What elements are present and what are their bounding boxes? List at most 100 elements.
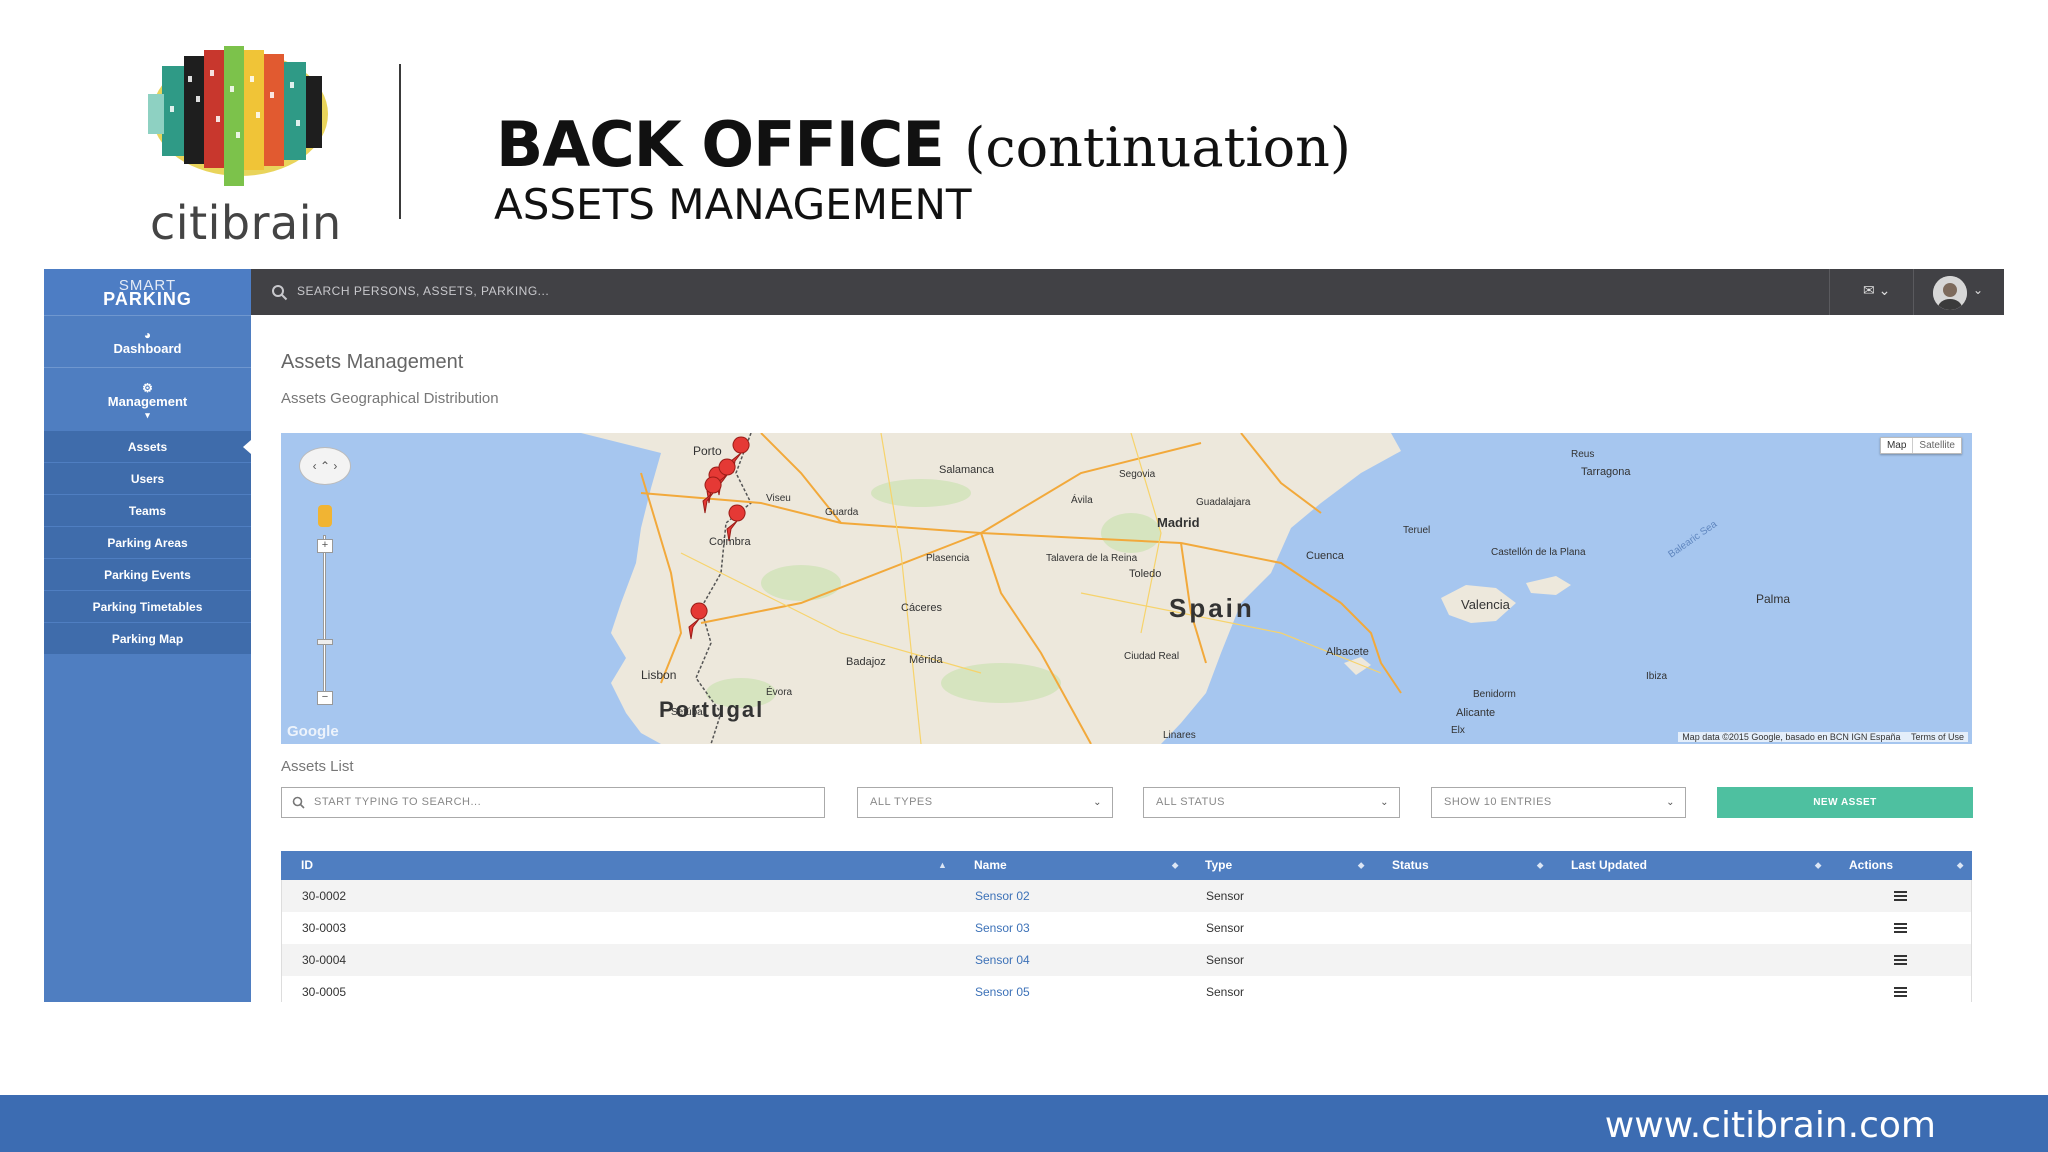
citibrain-logo-icon bbox=[148, 46, 328, 186]
column-header-actions: Actions bbox=[1849, 858, 1894, 872]
map-label-spain: Spain bbox=[1169, 593, 1255, 623]
section-title-map: Assets Geographical Distribution bbox=[281, 390, 499, 407]
map-label-salamanca: Salamanca bbox=[939, 464, 995, 476]
zoom-slider-handle[interactable] bbox=[317, 639, 333, 645]
map-label-evora: Évora bbox=[766, 685, 793, 698]
table-row[interactable]: 30-0004 Sensor 04 Sensor bbox=[281, 944, 1972, 976]
cell-type: Sensor bbox=[1206, 921, 1245, 935]
sort-icon[interactable]: ⬥ bbox=[1957, 851, 1963, 880]
sidebar-item-users[interactable]: Users bbox=[44, 463, 251, 495]
cell-type: Sensor bbox=[1206, 953, 1245, 967]
page-size-value: SHOW 10 ENTRIES bbox=[1444, 796, 1552, 808]
user-photo-icon bbox=[1933, 276, 1967, 310]
search-icon bbox=[272, 285, 288, 301]
new-asset-button[interactable]: NEW ASSET bbox=[1717, 787, 1973, 818]
management-submenu: Assets Users Teams Parking Areas Parking… bbox=[44, 431, 251, 655]
column-header-name[interactable]: Name bbox=[974, 851, 1007, 880]
map-label-castellon: Castellón de la Plana bbox=[1491, 547, 1586, 558]
sort-icon[interactable]: ⬥ bbox=[1358, 851, 1364, 880]
map-label-porto: Porto bbox=[693, 444, 722, 458]
chevron-down-icon: ⌄ bbox=[1093, 797, 1102, 808]
table-row[interactable]: 30-0003 Sensor 03 Sensor bbox=[281, 912, 1972, 944]
list-search-placeholder: START TYPING TO SEARCH... bbox=[314, 796, 482, 808]
nav-dashboard[interactable]: ◕ Dashboard bbox=[44, 315, 251, 367]
map-label-avila: Ávila bbox=[1071, 493, 1093, 506]
chevron-down-icon: ⌄ bbox=[1380, 797, 1389, 808]
zoom-out-button[interactable]: − bbox=[317, 691, 333, 705]
user-avatar[interactable] bbox=[1933, 276, 1967, 310]
table-header: ID ▲ Name ⬥ Type ⬥ Status ⬥ Last Updated… bbox=[281, 851, 1972, 880]
filter-type-select[interactable]: ALL TYPES ⌄ bbox=[857, 787, 1113, 818]
map-label-viseu: Viseu bbox=[766, 493, 791, 504]
row-actions-menu-icon[interactable] bbox=[1894, 891, 1907, 901]
filter-status-select[interactable]: ALL STATUS ⌄ bbox=[1143, 787, 1400, 818]
cell-id: 30-0005 bbox=[302, 985, 347, 999]
sidebar-item-teams[interactable]: Teams bbox=[44, 495, 251, 527]
map-label-ibiza: Ibiza bbox=[1646, 671, 1668, 682]
map-type-map-button[interactable]: Map bbox=[1881, 438, 1912, 453]
street-view-pegman-icon[interactable] bbox=[318, 505, 332, 527]
sort-icon[interactable]: ⬥ bbox=[1815, 851, 1821, 880]
column-header-id[interactable]: ID bbox=[301, 851, 313, 880]
zoom-in-button[interactable]: + bbox=[317, 539, 333, 553]
assets-map[interactable]: Portugal Spain Porto Coimbra Lisbon Madr… bbox=[281, 433, 1972, 744]
sort-icon[interactable]: ⬥ bbox=[1172, 851, 1178, 880]
column-header-type[interactable]: Type bbox=[1205, 851, 1232, 880]
map-label-guadalajara: Guadalajara bbox=[1196, 497, 1251, 508]
column-header-status[interactable]: Status bbox=[1392, 851, 1429, 880]
map-label-caceres: Cáceres bbox=[901, 602, 942, 614]
global-search-input[interactable]: SEARCH PERSONS, ASSETS, PARKING... bbox=[297, 284, 549, 298]
map-attribution: Map data ©2015 Google, basado en BCN IGN… bbox=[1678, 732, 1968, 742]
topbar-separator bbox=[1913, 269, 1914, 315]
row-actions-menu-icon[interactable] bbox=[1894, 955, 1907, 965]
sidebar: SMART PARKING ◕ Dashboard ⚙ Management ▾… bbox=[44, 269, 251, 1002]
map-terms-link[interactable]: Terms of Use bbox=[1911, 732, 1964, 742]
map-label-badajoz: Badajoz bbox=[846, 656, 886, 668]
map-label-plasencia: Plasencia bbox=[926, 553, 970, 564]
map-type-control: Map Satellite bbox=[1879, 437, 1962, 454]
sort-icon[interactable]: ⬥ bbox=[1537, 851, 1543, 880]
map-label-setubal: Setúbal bbox=[671, 707, 705, 718]
map-label-merida: Mérida bbox=[909, 654, 944, 666]
map-label-madrid: Madrid bbox=[1157, 515, 1200, 530]
map-label-palma: Palma bbox=[1756, 592, 1790, 606]
table-row[interactable]: 30-0002 Sensor 02 Sensor bbox=[281, 880, 1972, 912]
sidebar-item-parking-timetables[interactable]: Parking Timetables bbox=[44, 591, 251, 623]
cell-name-link[interactable]: Sensor 04 bbox=[975, 944, 1030, 976]
row-actions-menu-icon[interactable] bbox=[1894, 987, 1907, 997]
topbar: SEARCH PERSONS, ASSETS, PARKING... ✉ ⌄ ⌄ bbox=[251, 269, 2004, 315]
page-size-select[interactable]: SHOW 10 ENTRIES ⌄ bbox=[1431, 787, 1686, 818]
footer-website-link[interactable]: www.citibrain.com bbox=[1605, 1105, 1936, 1146]
cell-name-link[interactable]: Sensor 05 bbox=[975, 976, 1030, 1002]
sidebar-item-parking-areas[interactable]: Parking Areas bbox=[44, 527, 251, 559]
slide-title: BACK OFFICE (continuation) bbox=[496, 108, 1351, 181]
citibrain-wordmark: citibrain bbox=[150, 196, 342, 250]
column-header-last-updated[interactable]: Last Updated bbox=[1571, 851, 1647, 880]
list-search-input[interactable]: START TYPING TO SEARCH... bbox=[281, 787, 825, 818]
cell-name-link[interactable]: Sensor 03 bbox=[975, 912, 1030, 944]
map-type-satellite-button[interactable]: Satellite bbox=[1912, 438, 1961, 453]
caret-down-icon: ▾ bbox=[145, 410, 150, 420]
mail-menu-button[interactable]: ✉ ⌄ bbox=[1863, 282, 1890, 299]
app-window: SMART PARKING ◕ Dashboard ⚙ Management ▾… bbox=[44, 269, 2004, 1002]
cell-name-link[interactable]: Sensor 02 bbox=[975, 880, 1030, 912]
sidebar-item-parking-map[interactable]: Parking Map bbox=[44, 623, 251, 655]
envelope-icon: ✉ bbox=[1863, 282, 1875, 298]
nav-management[interactable]: ⚙ Management ▾ bbox=[44, 367, 251, 431]
table-row[interactable]: 30-0005 Sensor 05 Sensor bbox=[281, 976, 1972, 1002]
map-attribution-text: Map data ©2015 Google, basado en BCN IGN… bbox=[1682, 732, 1901, 742]
slide: citibrain BACK OFFICE (continuation) ASS… bbox=[0, 0, 2048, 1152]
section-title-list: Assets List bbox=[281, 758, 354, 775]
row-actions-menu-icon[interactable] bbox=[1894, 923, 1907, 933]
brand-logo[interactable]: SMART PARKING bbox=[44, 269, 251, 315]
sort-asc-icon[interactable]: ▲ bbox=[938, 851, 947, 880]
chevron-down-icon[interactable]: ⌄ bbox=[1973, 283, 1983, 297]
map-label-linares: Linares bbox=[1163, 730, 1196, 741]
sidebar-item-parking-events[interactable]: Parking Events bbox=[44, 559, 251, 591]
map-label-tarragona: Tarragona bbox=[1581, 466, 1631, 478]
zoom-slider-track[interactable] bbox=[323, 535, 326, 695]
map-pan-control[interactable]: ‹ ⌃ › bbox=[299, 447, 351, 485]
sidebar-item-assets[interactable]: Assets bbox=[44, 431, 251, 463]
filter-status-value: ALL STATUS bbox=[1156, 796, 1225, 808]
map-label-segovia: Segovia bbox=[1119, 469, 1156, 480]
